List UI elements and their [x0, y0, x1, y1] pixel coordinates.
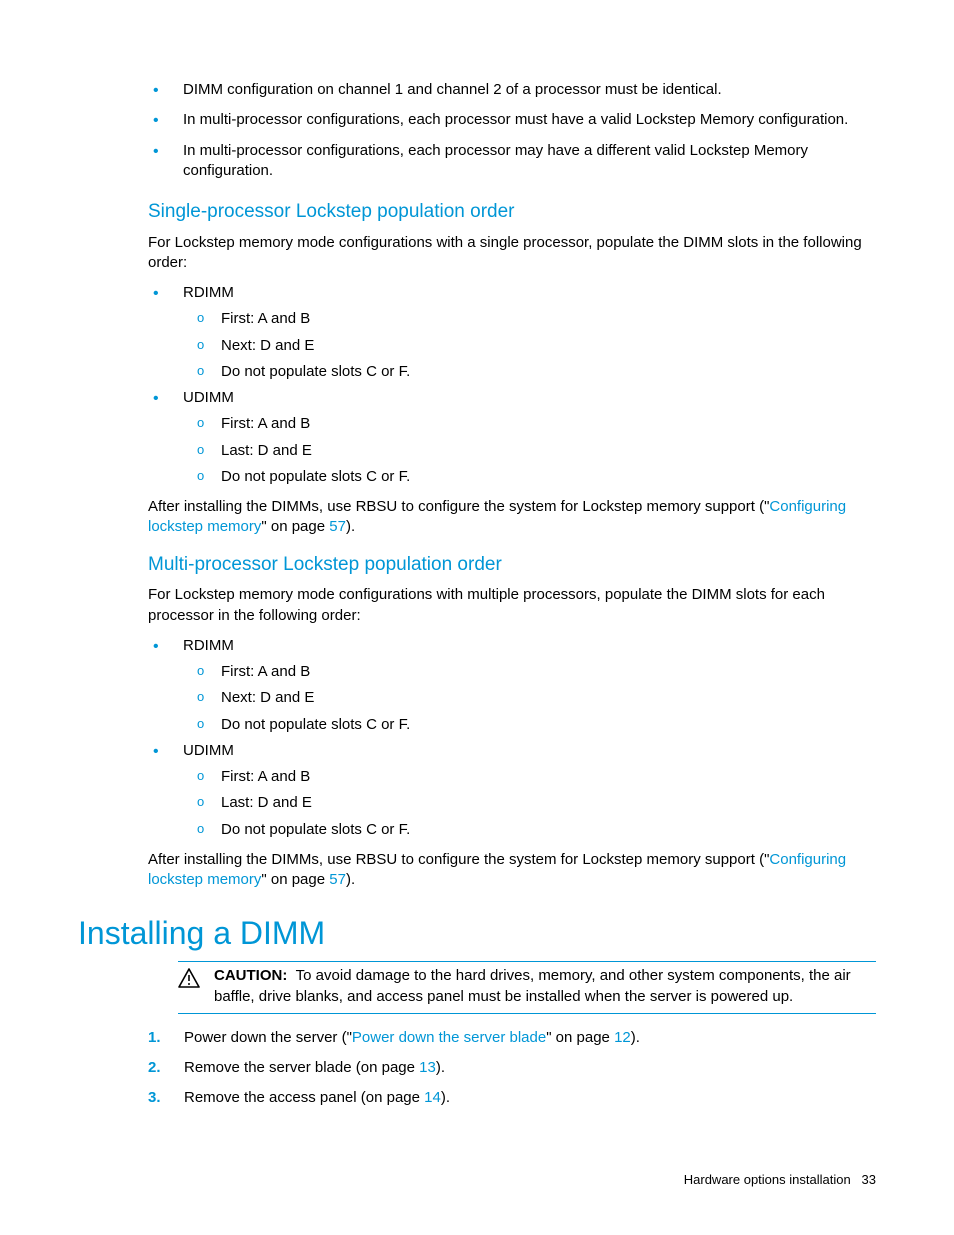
document-page: DIMM configuration on channel 1 and chan… [0, 0, 954, 1235]
list-item: UDIMM First: A and B Last: D and E Do no… [153, 388, 876, 487]
multi-rdimm-list: RDIMM First: A and B Next: D and E Do no… [78, 636, 876, 840]
text: Power down the server (" [184, 1029, 352, 1046]
caution-box: CAUTION: To avoid damage to the hard dri… [178, 961, 876, 1014]
list-item: First: A and B [197, 662, 876, 682]
list-item: UDIMM First: A and B Last: D and E Do no… [153, 741, 876, 840]
sub-list: First: A and B Next: D and E Do not popu… [183, 309, 876, 382]
udimm-label: UDIMM [183, 742, 234, 759]
step-item: Power down the server ("Power down the s… [148, 1028, 876, 1048]
text: ). [346, 518, 355, 535]
text: After installing the DIMMs, use RBSU to … [148, 498, 769, 515]
text: " on page [261, 871, 329, 888]
list-item: DIMM configuration on channel 1 and chan… [153, 80, 876, 100]
text: " on page [546, 1029, 614, 1046]
footer-page-number: 33 [862, 1172, 876, 1187]
heading-installing-dimm: Installing a DIMM [78, 912, 876, 955]
list-item: Do not populate slots C or F. [197, 715, 876, 735]
list-item: First: A and B [197, 767, 876, 787]
list-item: In multi-processor configurations, each … [153, 141, 876, 182]
after-paragraph: After installing the DIMMs, use RBSU to … [78, 497, 876, 538]
list-item: Next: D and E [197, 336, 876, 356]
text: Remove the server blade (on page [184, 1059, 419, 1076]
list-item: RDIMM First: A and B Next: D and E Do no… [153, 636, 876, 735]
link-page-ref[interactable]: 57 [329, 518, 346, 535]
after-paragraph: After installing the DIMMs, use RBSU to … [78, 850, 876, 891]
heading-single-processor: Single-processor Lockstep population ord… [78, 199, 876, 225]
list-item: Last: D and E [197, 441, 876, 461]
caution-text: CAUTION: To avoid damage to the hard dri… [214, 966, 876, 1007]
rdimm-label: RDIMM [183, 284, 234, 301]
intro-bullet-list: DIMM configuration on channel 1 and chan… [78, 80, 876, 181]
list-item: Next: D and E [197, 688, 876, 708]
list-item: Do not populate slots C or F. [197, 820, 876, 840]
step-item: Remove the access panel (on page 14). [148, 1088, 876, 1108]
list-item: RDIMM First: A and B Next: D and E Do no… [153, 283, 876, 382]
sub-list: First: A and B Last: D and E Do not popu… [183, 767, 876, 840]
page-footer: Hardware options installation 33 [684, 1171, 876, 1189]
rdimm-label: RDIMM [183, 637, 234, 654]
list-item: First: A and B [197, 309, 876, 329]
text: " on page [261, 518, 329, 535]
footer-section: Hardware options installation [684, 1172, 851, 1187]
list-item: Do not populate slots C or F. [197, 362, 876, 382]
list-item: In multi-processor configurations, each … [153, 110, 876, 130]
sub-list: First: A and B Last: D and E Do not popu… [183, 414, 876, 487]
text: ). [631, 1029, 640, 1046]
list-item: Do not populate slots C or F. [197, 467, 876, 487]
intro-paragraph: For Lockstep memory mode configurations … [78, 585, 876, 626]
list-item: First: A and B [197, 414, 876, 434]
intro-paragraph: For Lockstep memory mode configurations … [78, 233, 876, 274]
step-item: Remove the server blade (on page 13). [148, 1058, 876, 1078]
caution-body: To avoid damage to the hard drives, memo… [214, 967, 851, 1004]
link-page-ref[interactable]: 14 [424, 1089, 441, 1106]
link-page-ref[interactable]: 12 [614, 1029, 631, 1046]
link-power-down[interactable]: Power down the server blade [352, 1029, 546, 1046]
sub-list: First: A and B Next: D and E Do not popu… [183, 662, 876, 735]
list-item: Last: D and E [197, 793, 876, 813]
text: ). [441, 1089, 450, 1106]
install-steps: Power down the server ("Power down the s… [78, 1028, 876, 1109]
caution-icon [178, 966, 200, 994]
udimm-label: UDIMM [183, 389, 234, 406]
text: Remove the access panel (on page [184, 1089, 424, 1106]
text: ). [346, 871, 355, 888]
heading-multi-processor: Multi-processor Lockstep population orde… [78, 552, 876, 578]
caution-label: CAUTION: [214, 967, 287, 984]
text: After installing the DIMMs, use RBSU to … [148, 851, 769, 868]
link-page-ref[interactable]: 57 [329, 871, 346, 888]
single-rdimm-list: RDIMM First: A and B Next: D and E Do no… [78, 283, 876, 487]
text: ). [436, 1059, 445, 1076]
link-page-ref[interactable]: 13 [419, 1059, 436, 1076]
